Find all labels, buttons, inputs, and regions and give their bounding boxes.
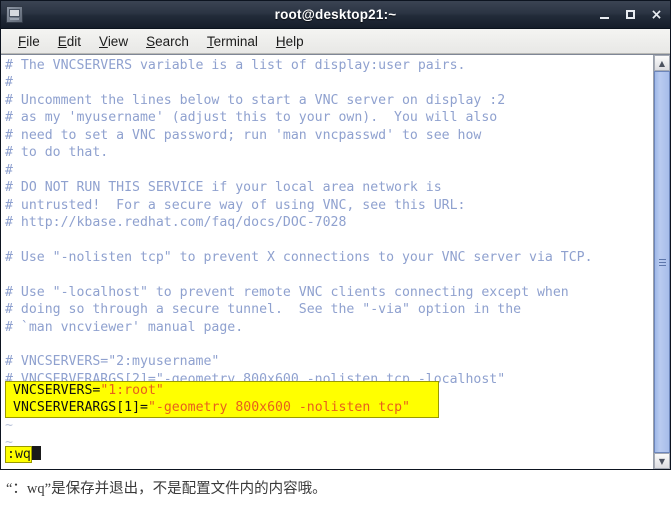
caption-text: “：wq”是保存并退出，不是配置文件内的内容哦。 — [0, 470, 671, 505]
menu-rest-terminal: erminal — [213, 33, 258, 49]
menu-rest-edit: dit — [66, 33, 82, 49]
editor-line: # — [5, 75, 13, 91]
editor-line: # `man vncviewer' manual page. — [5, 319, 244, 335]
editor-line: # VNCSERVERS="2:myusername" — [5, 354, 220, 370]
editor-line: # http://kbase.redhat.com/faq/docs/DOC-7… — [5, 214, 347, 230]
editor-line: # Use "-nolisten tcp" to prevent X conne… — [5, 249, 593, 265]
scrollbar-thumb[interactable] — [654, 71, 670, 453]
editor-line: # untrusted! For a secure way of using V… — [5, 197, 466, 213]
config-value: "-geometry 800x600 -nolisten tcp" — [147, 400, 410, 416]
vim-command-text: :wq — [5, 446, 32, 463]
menu-mnemonic-terminal: T — [206, 33, 214, 49]
menu-rest-help: elp — [285, 33, 304, 49]
menu-mnemonic-edit: E — [57, 33, 67, 49]
menu-item-edit[interactable]: Edit — [49, 33, 90, 50]
window-title: root@desktop21:~ — [274, 7, 397, 22]
vim-editor-screen[interactable]: # The VNCSERVERS variable is a list of d… — [1, 55, 653, 469]
title-bar[interactable]: root@desktop21:~ × — [1, 1, 670, 29]
window-controls: × — [598, 8, 663, 22]
highlighted-config-block: VNCSERVERS="1:root" VNCSERVERARGS[1]="-g… — [5, 381, 439, 418]
menu-rest-search: earch — [155, 33, 189, 49]
vim-status-line[interactable]: :wq — [5, 446, 41, 463]
config-line-vncservers: VNCSERVERS="1:root" — [6, 382, 438, 399]
menu-item-search[interactable]: Search — [137, 33, 198, 50]
close-button[interactable]: × — [650, 8, 663, 22]
menu-item-terminal[interactable]: Terminal — [198, 33, 267, 50]
editor-line: # need to set a VNC password; run 'man v… — [5, 127, 482, 143]
terminal-window: root@desktop21:~ × File Edit View Search… — [0, 0, 671, 470]
menu-rest-view: iew — [107, 33, 129, 49]
menu-bar: File Edit View Search Terminal Help — [1, 29, 670, 54]
scrollbar-track[interactable] — [654, 71, 670, 453]
editor-line: # Uncomment the lines below to start a V… — [5, 92, 506, 108]
scroll-down-button[interactable]: ▼ — [654, 453, 670, 469]
config-line-vncserverargs: VNCSERVERARGS[1]="-geometry 800x600 -nol… — [6, 399, 438, 416]
menu-item-file[interactable]: File — [9, 33, 49, 50]
vim-tilde-line: ~ — [5, 418, 13, 433]
minimize-button[interactable] — [598, 8, 611, 21]
menu-mnemonic-file: F — [18, 33, 27, 49]
editor-line: # as my 'myusername' (adjust this to you… — [5, 110, 498, 126]
scrollbar-grip-icon — [658, 258, 666, 266]
menu-item-view[interactable]: View — [90, 33, 137, 50]
vertical-scrollbar[interactable]: ▲ ▼ — [653, 55, 670, 469]
editor-line: # to do that. — [5, 145, 109, 161]
editor-line: # The VNCSERVERS variable is a list of d… — [5, 58, 466, 73]
config-key: VNCSERVERARGS[1]= — [13, 400, 148, 416]
menu-rest-file: ile — [26, 33, 40, 49]
maximize-button[interactable] — [624, 8, 637, 21]
menu-item-help[interactable]: Help — [267, 33, 313, 50]
config-key: VNCSERVERS= — [13, 383, 101, 398]
editor-line: # DO NOT RUN THIS SERVICE if your local … — [5, 180, 442, 196]
config-value: "1:root" — [100, 383, 164, 398]
editor-line: # doing so through a secure tunnel. See … — [5, 302, 522, 318]
editor-line: # — [5, 162, 13, 178]
menu-mnemonic-search: S — [146, 33, 156, 49]
scroll-up-button[interactable]: ▲ — [654, 55, 670, 71]
editor-line: # Use "-localhost" to prevent remote VNC… — [5, 284, 569, 300]
terminal-icon — [6, 6, 23, 23]
terminal-body: # The VNCSERVERS variable is a list of d… — [1, 54, 670, 469]
menu-mnemonic-help: H — [275, 33, 286, 49]
text-cursor — [31, 446, 41, 460]
menu-mnemonic-view: V — [99, 33, 108, 49]
